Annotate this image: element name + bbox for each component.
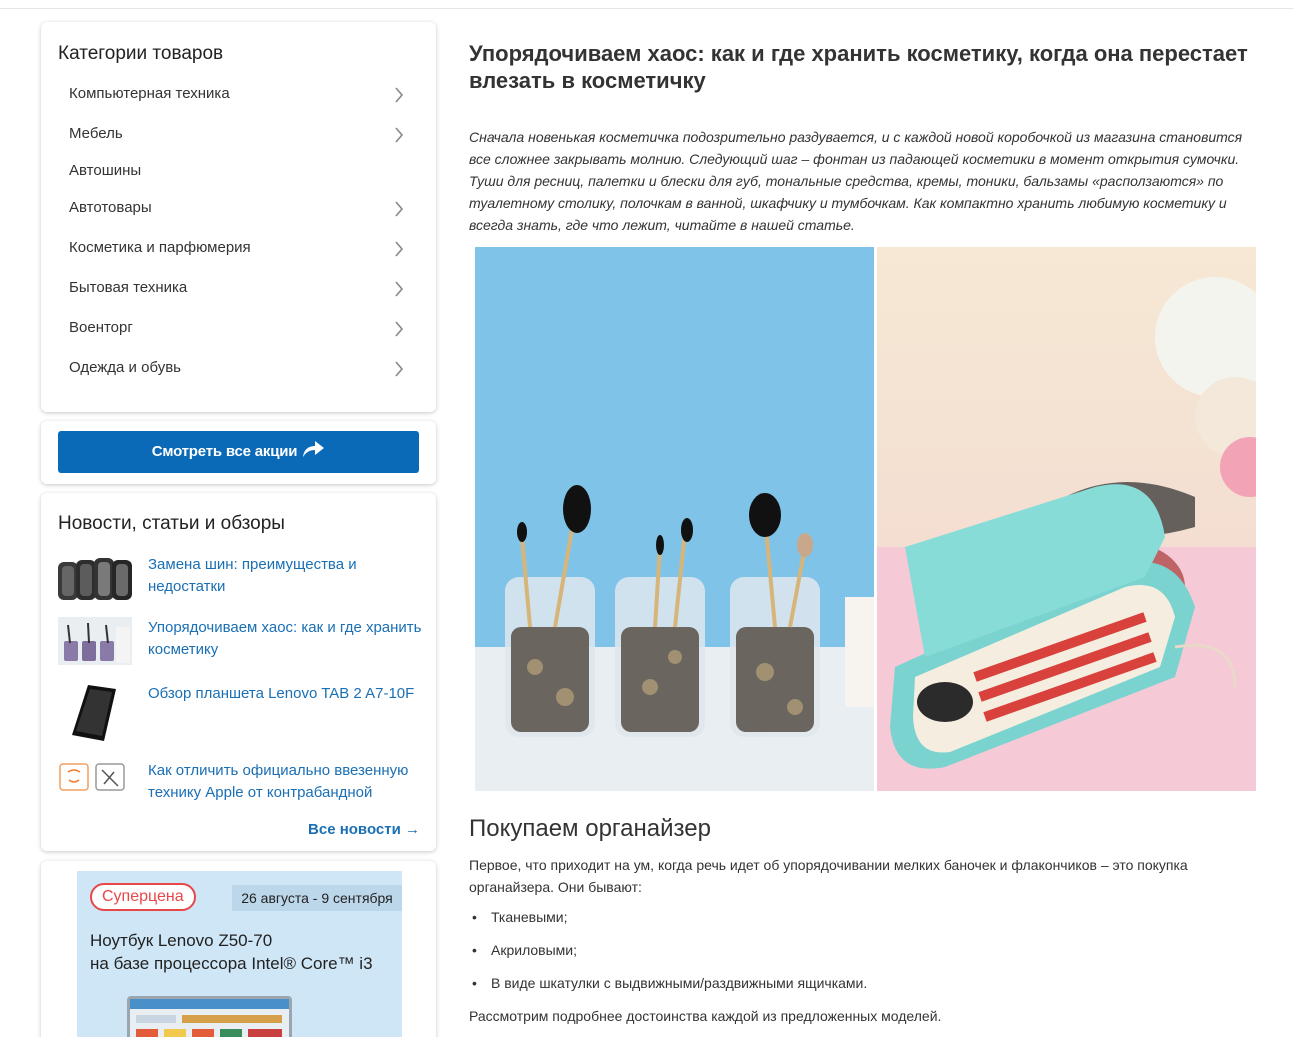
category-item[interactable]: Косметика и парфюмерия [41, 228, 436, 268]
news-link[interactable]: Как отличить официально ввезенную техник… [148, 760, 428, 804]
article-image [475, 247, 1280, 791]
news-title: Новости, статьи и обзоры [58, 513, 285, 534]
category-label: Автотовары [69, 199, 152, 216]
news-panel: Новости, статьи и обзоры Замена шин: пре… [41, 493, 436, 851]
article-lead: Сначала новенькая косметичка подозритель… [469, 129, 1243, 233]
promo-badge: Суперцена [90, 883, 196, 911]
section-title: Покупаем органайзер [469, 815, 711, 842]
list-item: В виде шкатулки с выдвижными/раздвижными… [469, 972, 867, 1005]
chevron-right-icon [394, 268, 406, 308]
article: Упорядочиваем хаос: как и где хранить ко… [469, 40, 1280, 1024]
chevron-right-icon [394, 348, 406, 388]
news-link[interactable]: Обзор планшета Lenovo TAB 2 A7-10F [148, 683, 428, 705]
tires-thumbnail [58, 554, 132, 604]
categories-list: Компьютерная техника Мебель Автошины Авт… [41, 74, 436, 388]
list-item: Тканевыми; [469, 906, 867, 939]
view-all-promotions-label: Смотреть все акции [151, 443, 298, 460]
promo-line-2: на базе процессора Intel® Core™ i3 [90, 954, 373, 973]
tablet-thumbnail [58, 683, 132, 743]
all-news-link[interactable]: Все новости → [308, 821, 420, 838]
chevron-right-icon [394, 308, 406, 348]
promo-banner-panel: Суперцена 26 августа - 9 сентября Ноутбу… [41, 861, 436, 1037]
category-item[interactable]: Бытовая техника [41, 268, 436, 308]
category-label: Автошины [69, 162, 142, 179]
promo-text: Ноутбук Lenovo Z50-70 на базе процессора… [90, 929, 373, 975]
news-link[interactable]: Упорядочиваем хаос: как и где хранить ко… [148, 617, 428, 661]
chevron-right-icon [394, 114, 406, 154]
category-label: Мебель [69, 125, 123, 142]
category-label: Одежда и обувь [69, 359, 181, 376]
category-item[interactable]: Военторг [41, 308, 436, 348]
section-outro: Рассмотрим подробнее достоинства каждой … [469, 1008, 942, 1024]
category-label: Компьютерная техника [69, 85, 230, 102]
category-label: Военторг [69, 319, 133, 336]
section-intro: Первое, что приходит на ум, когда речь и… [469, 857, 1188, 895]
promo-actions-panel: Смотреть все акции [41, 421, 436, 484]
category-item[interactable]: Компьютерная техника [41, 74, 436, 114]
category-item[interactable]: Автошины [41, 154, 436, 188]
list-item: Акриловыми; [469, 939, 867, 972]
view-all-promotions-button[interactable]: Смотреть все акции [58, 431, 419, 473]
category-label: Косметика и парфюмерия [69, 239, 251, 256]
cosmetics-thumbnail [58, 617, 132, 667]
news-link[interactable]: Замена шин: преимущества и недостатки [148, 554, 428, 598]
promo-line-1: Ноутбук Lenovo Z50-70 [90, 931, 273, 950]
article-title: Упорядочиваем хаос: как и где хранить ко… [469, 41, 1248, 93]
category-label: Бытовая техника [69, 279, 188, 296]
laptop-image [127, 996, 292, 1037]
categories-panel: Категории товаров Компьютерная техника М… [41, 22, 436, 412]
promo-banner[interactable]: Суперцена 26 августа - 9 сентября Ноутбу… [77, 871, 402, 1037]
category-item[interactable]: Мебель [41, 114, 436, 154]
category-item[interactable]: Автотовары [41, 188, 436, 228]
chevron-right-icon [394, 188, 406, 228]
apple-icons-thumbnail [58, 760, 132, 810]
chevron-right-icon [394, 74, 406, 114]
promo-dates: 26 августа - 9 сентября [232, 885, 402, 911]
category-item[interactable]: Одежда и обувь [41, 348, 436, 388]
arrow-forward-icon [303, 441, 325, 458]
categories-title: Категории товаров [58, 43, 224, 64]
chevron-right-icon [394, 228, 406, 268]
top-divider [0, 8, 1293, 9]
organizer-types-list: Тканевыми; Акриловыми; В виде шкатулки с… [469, 906, 867, 1005]
